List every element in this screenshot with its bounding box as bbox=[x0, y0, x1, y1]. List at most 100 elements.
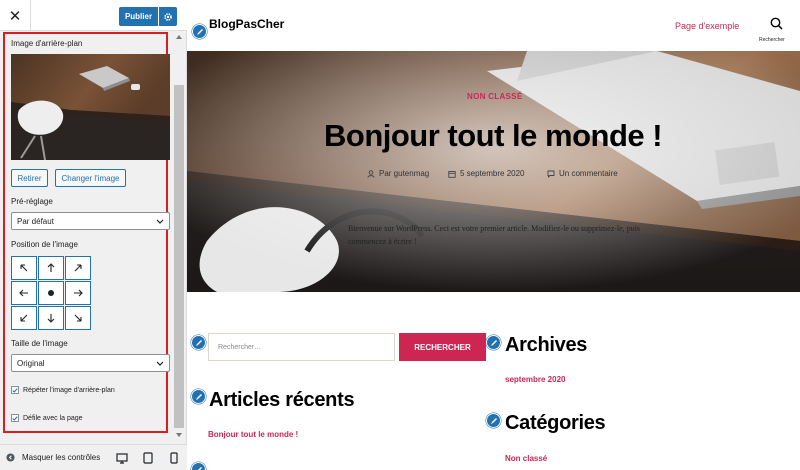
customizer-sidebar: ✕ Publier Image d'arrière-plan Retirer C… bbox=[0, 0, 187, 470]
customizer-footer: Masquer les contrôles bbox=[0, 444, 187, 470]
category-link[interactable]: Non classé bbox=[505, 454, 547, 463]
post-title[interactable]: Bonjour tout le monde ! bbox=[324, 118, 663, 154]
collapse-circle-icon bbox=[6, 453, 15, 462]
remove-image-button[interactable]: Retirer bbox=[11, 169, 48, 187]
edit-shortcut-search-widget[interactable] bbox=[191, 335, 206, 350]
hide-controls-label: Masquer les contrôles bbox=[22, 453, 101, 462]
position-bottom-center[interactable] bbox=[38, 306, 64, 330]
edit-shortcut-recent-posts[interactable] bbox=[191, 389, 206, 404]
edit-shortcut-archives[interactable] bbox=[486, 335, 501, 350]
hide-controls-button[interactable]: Masquer les contrôles bbox=[6, 453, 100, 462]
preview-desktop-button[interactable] bbox=[115, 451, 129, 465]
position-center-left[interactable] bbox=[11, 281, 37, 305]
post-excerpt: Bienvenue sur WordPress. Ceci est votre … bbox=[348, 224, 641, 246]
position-center[interactable] bbox=[38, 281, 64, 305]
pencil-icon bbox=[490, 339, 497, 346]
position-top-left[interactable] bbox=[11, 256, 37, 280]
close-customizer-button[interactable]: ✕ bbox=[0, 0, 31, 31]
pencil-icon bbox=[195, 339, 202, 346]
scroll-with-page-option: Défile avec la page bbox=[11, 414, 83, 422]
post-date[interactable]: 5 septembre 2020 bbox=[460, 169, 525, 178]
desktop-icon bbox=[116, 452, 128, 464]
arrow-down-right-icon bbox=[74, 314, 82, 322]
position-center-right[interactable] bbox=[65, 281, 91, 305]
background-image-label: Image d'arrière-plan bbox=[11, 39, 83, 48]
preview-tablet-button[interactable] bbox=[141, 451, 155, 465]
image-position-grid bbox=[11, 256, 91, 330]
position-top-center[interactable] bbox=[38, 256, 64, 280]
calendar-icon bbox=[448, 170, 456, 178]
publish-button[interactable]: Publier bbox=[119, 7, 158, 26]
pencil-icon bbox=[490, 417, 497, 424]
preview-mobile-button[interactable] bbox=[167, 451, 181, 465]
post-comments-meta: Un commentaire bbox=[547, 169, 618, 178]
pencil-icon bbox=[195, 393, 202, 400]
site-preview: BlogPasCher Page d'exemple Rechercher NO… bbox=[187, 0, 800, 470]
categories-title: Catégories bbox=[505, 412, 606, 434]
post-date-meta: 5 septembre 2020 bbox=[448, 169, 525, 178]
position-bottom-left[interactable] bbox=[11, 306, 37, 330]
arrow-right-icon bbox=[74, 289, 83, 297]
post-author[interactable]: Par gutenmag bbox=[379, 169, 429, 178]
arrow-up-icon bbox=[47, 263, 55, 272]
edit-shortcut-site-title[interactable] bbox=[192, 24, 207, 39]
hero-cover: NON CLASSÉ Bonjour tout le monde ! Par g… bbox=[187, 51, 800, 292]
customizer-header: ✕ Publier bbox=[0, 0, 187, 31]
scrollbar-thumb[interactable] bbox=[174, 85, 184, 428]
mobile-icon bbox=[170, 452, 178, 464]
edit-shortcut-next-widget[interactable] bbox=[191, 462, 206, 470]
site-title[interactable]: BlogPasCher bbox=[209, 17, 284, 31]
arrow-left-icon bbox=[19, 289, 28, 297]
scroll-with-page-checkbox[interactable] bbox=[11, 414, 19, 422]
nav-link-sample-page[interactable]: Page d'exemple bbox=[675, 21, 739, 31]
scroll-with-page-label: Défile avec la page bbox=[23, 414, 83, 422]
tablet-icon bbox=[143, 452, 153, 464]
publish-settings-button[interactable] bbox=[159, 7, 177, 26]
edit-shortcut-categories[interactable] bbox=[486, 413, 501, 428]
recent-posts-title: Articles récents bbox=[209, 389, 355, 411]
post-comments[interactable]: Un commentaire bbox=[559, 169, 618, 178]
change-image-button[interactable]: Changer l'image bbox=[55, 169, 126, 187]
search-widget-input[interactable]: Rechercher… bbox=[208, 333, 395, 361]
dot-icon bbox=[48, 290, 54, 296]
chevron-down-icon bbox=[156, 219, 164, 224]
image-size-select[interactable]: Original bbox=[11, 354, 170, 372]
preset-select[interactable]: Par défaut bbox=[11, 212, 170, 230]
arrow-up-left-icon bbox=[20, 264, 28, 272]
pencil-icon bbox=[197, 466, 202, 470]
repeat-background-checkbox[interactable] bbox=[11, 386, 19, 394]
search-caption: Rechercher bbox=[759, 37, 785, 43]
arrow-up-right-icon bbox=[74, 264, 82, 272]
archive-link[interactable]: septembre 2020 bbox=[505, 375, 565, 384]
sidebar-scrollbar[interactable] bbox=[172, 31, 186, 441]
comment-icon bbox=[547, 170, 555, 178]
user-icon bbox=[367, 169, 375, 178]
chevron-down-icon bbox=[156, 361, 164, 366]
position-top-right[interactable] bbox=[65, 256, 91, 280]
arrow-down-icon bbox=[47, 314, 55, 323]
search-icon bbox=[770, 17, 783, 30]
checkmark-icon bbox=[12, 387, 18, 393]
checkmark-icon bbox=[12, 415, 18, 421]
position-bottom-right[interactable] bbox=[65, 306, 91, 330]
preset-label: Pré-réglage bbox=[11, 197, 53, 206]
archives-title: Archives bbox=[505, 334, 588, 356]
arrow-down-left-icon bbox=[20, 314, 28, 322]
close-icon: ✕ bbox=[8, 7, 22, 25]
repeat-background-option: Répéter l'image d'arrière-plan bbox=[11, 386, 115, 394]
recent-post-link[interactable]: Bonjour tout le monde ! bbox=[208, 430, 298, 439]
background-image-thumbnail bbox=[11, 54, 170, 160]
background-image-panel: Image d'arrière-plan Retirer Changer l'i… bbox=[3, 32, 170, 433]
pencil-icon bbox=[196, 28, 203, 35]
image-size-value: Original bbox=[17, 358, 45, 368]
scroll-down-icon[interactable] bbox=[175, 431, 183, 439]
post-category-link[interactable]: NON CLASSÉ bbox=[467, 92, 522, 101]
size-label: Taille de l'image bbox=[11, 339, 68, 348]
search-widget-submit[interactable]: RECHERCHER bbox=[399, 333, 486, 361]
repeat-background-label: Répéter l'image d'arrière-plan bbox=[23, 386, 115, 394]
post-author-meta: Par gutenmag bbox=[367, 169, 429, 178]
preset-value: Par défaut bbox=[17, 216, 54, 226]
gear-icon bbox=[164, 12, 172, 21]
scroll-up-icon[interactable] bbox=[175, 33, 183, 41]
position-label: Position de l'image bbox=[11, 240, 78, 249]
